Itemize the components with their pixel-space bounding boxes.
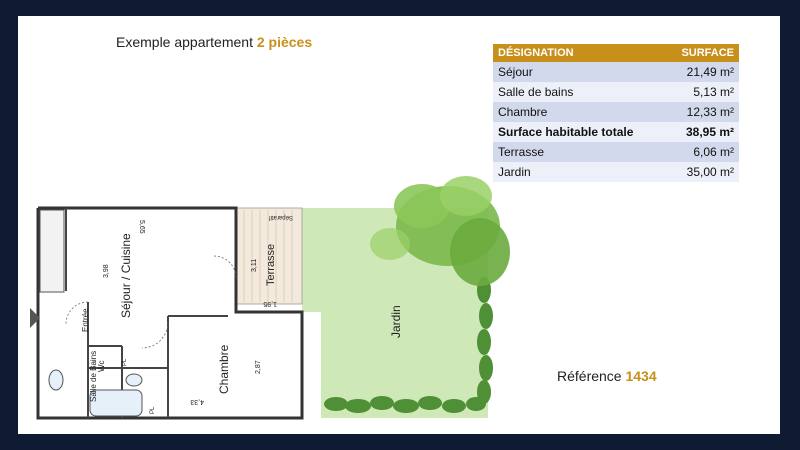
toilet bbox=[48, 369, 64, 391]
sejour-label: Séjour / Cuisine bbox=[119, 233, 133, 318]
dimension-433: 4,33 bbox=[190, 398, 204, 405]
hedge-right bbox=[477, 277, 493, 404]
entree-label: Entrée bbox=[81, 308, 90, 332]
terrasse-label: Terrasse bbox=[265, 244, 277, 286]
jardin-label: Jardin bbox=[389, 305, 403, 338]
slide: Exemple appartement 2 pièces DÉSIGNATION… bbox=[18, 16, 780, 434]
dimension-398: 3,98 bbox=[103, 264, 110, 278]
reference: Référence 1434 bbox=[557, 368, 657, 384]
reference-number: 1434 bbox=[625, 368, 657, 384]
kitchen-counter bbox=[39, 209, 65, 293]
dimension-287: 2,87 bbox=[255, 360, 262, 374]
separatif-label: Séparatif bbox=[269, 214, 293, 220]
dimension-195: 1,95 bbox=[263, 300, 277, 307]
pl-label: PL bbox=[150, 406, 156, 414]
dimension-311: 3,11 bbox=[251, 259, 258, 272]
washbasin bbox=[125, 373, 143, 387]
door-swings bbox=[65, 255, 237, 349]
floor-plan: Séjour / Cuisine Chambre Terrasse Jardin… bbox=[30, 176, 510, 420]
chambre-label: Chambre bbox=[217, 344, 231, 394]
reference-label: Référence bbox=[557, 368, 622, 384]
pl-label: PL bbox=[122, 358, 128, 366]
wc-label: Wc bbox=[97, 360, 106, 372]
dimension-565: 5,65 bbox=[138, 220, 145, 234]
salle-de-bains-label: Salle de Bains bbox=[89, 351, 98, 402]
